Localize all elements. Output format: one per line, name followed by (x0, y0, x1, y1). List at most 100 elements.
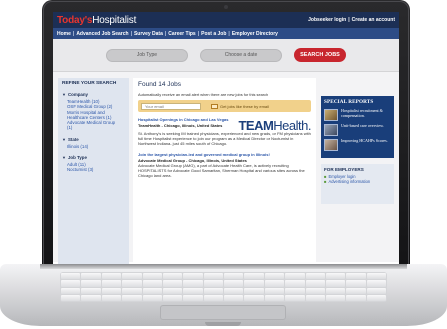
job-listing: Join the largest physician-led and gover… (138, 152, 311, 179)
email-alert-box: Your email Get jobs like these by email (138, 100, 311, 112)
caret-down-icon: ▼ (62, 155, 66, 161)
keyboard-key (142, 294, 162, 301)
keyboard-key (183, 280, 203, 287)
keyboard-key (61, 280, 81, 287)
laptop-lid: Today'sHospitalist Jobseeker login | Cre… (42, 0, 410, 268)
keyboard-key (346, 294, 366, 301)
keyboard-key (224, 287, 244, 294)
site-logo[interactable]: Today'sHospitalist (57, 15, 136, 26)
keyboard-key (325, 280, 346, 287)
keyboard-key (203, 287, 223, 294)
keyboard-key (244, 280, 264, 287)
report-title: Hospitalist recruitment & compensation. (341, 108, 383, 118)
report-thumbnail (324, 139, 338, 151)
account-links: Jobseeker login | Create an account (308, 17, 395, 23)
keyboard-key (162, 273, 183, 280)
nav-separator: | (130, 30, 132, 37)
keyboard-key (244, 287, 264, 294)
create-account-link[interactable]: Create an account (352, 17, 395, 23)
nav-item-employer-directory[interactable]: Employer Directory (232, 31, 278, 37)
refine-sidebar: REFINE YOUR SEARCH ▼ Company TeamHealth … (58, 78, 129, 264)
facet-header-job-type[interactable]: ▼ Job Type (62, 155, 125, 160)
site-header: Today'sHospitalist Jobseeker login | Cre… (53, 12, 399, 28)
keyboard-key (203, 280, 223, 287)
keyboard-key (101, 287, 122, 294)
keyboard (60, 272, 387, 302)
trackpad (160, 305, 286, 320)
facet-label: Job Type (67, 155, 87, 161)
keyboard-key (325, 294, 346, 301)
job-employer: Advocate Medical Group - Chicago, Illino… (138, 157, 247, 163)
job-employer: TeamHealth - Chicago, Illinois, United S… (138, 123, 223, 128)
keyboard-key (203, 294, 223, 301)
nav-item-survey-data[interactable]: Survey Data (134, 31, 163, 37)
keyboard-key (264, 280, 285, 287)
facet-label: State (67, 136, 79, 142)
employers-title: FOR EMPLOYERS (324, 167, 364, 172)
nav-item-home[interactable]: Home (57, 31, 71, 37)
advertising-info-link[interactable]: ■ Advertising information (324, 179, 391, 184)
logo-today: Today's (57, 14, 93, 26)
alert-email-input[interactable]: Your email (141, 102, 201, 110)
keyboard-key (305, 287, 325, 294)
email-alert-button[interactable]: Get jobs like these by email (211, 103, 269, 109)
refine-title: REFINE YOUR SEARCH (62, 81, 117, 86)
facet-item-advocate-cont[interactable]: (1) (62, 125, 125, 130)
keyboard-key (346, 287, 366, 294)
keyboard-key (101, 280, 122, 287)
keyboard-key (81, 280, 101, 287)
keyboard-key (122, 294, 142, 301)
date-select[interactable]: Choose a date (200, 48, 282, 62)
jobseeker-login-link[interactable]: Jobseeker login (308, 17, 346, 23)
logo-hospitalist: Hospitalist (92, 14, 137, 26)
keyboard-key (122, 280, 142, 287)
search-jobs-button[interactable]: SEARCH JOBS (294, 48, 346, 62)
job-listing: Hospitalist Openings in Chicago and Las … (138, 117, 311, 147)
report-item[interactable]: Unit-based care overview. (324, 123, 391, 136)
keyboard-key (183, 287, 203, 294)
envelope-icon (211, 103, 218, 109)
keyboard-key (244, 273, 264, 280)
facet-item-illinois[interactable]: Illinois (14) (62, 144, 125, 149)
keyboard-key (325, 273, 346, 280)
facet-job-type: ▼ Job Type Adult (11) Nocturnist (3) (62, 155, 125, 173)
special-reports: SPECIAL REPORTS Hospitalist recruitment … (321, 96, 394, 158)
nav-item-advanced-job-search[interactable]: Advanced Job Search (76, 31, 128, 37)
job-text: TeamHealth - Chicago, Illinois, United S… (138, 123, 222, 129)
keyboard-key (162, 294, 183, 301)
keyboard-key (101, 273, 122, 280)
job-type-select[interactable]: Job Type (106, 48, 188, 62)
keyboard-key (325, 287, 346, 294)
hinge (40, 264, 407, 269)
job-description: St. Anthony's is seeking IM trained phys… (138, 131, 311, 146)
keyboard-key (264, 287, 285, 294)
report-item[interactable]: Improving HCAHPs Scores. (324, 138, 391, 151)
caret-down-icon: ▼ (62, 136, 66, 142)
keyboard-key (61, 273, 81, 280)
facet-header-state[interactable]: ▼ State (62, 137, 125, 142)
camera-icon (224, 5, 228, 9)
keyboard-key (366, 273, 386, 280)
facet-company: ▼ Company TeamHealth (10) OSF Medical Gr… (62, 92, 125, 131)
nav-separator: | (228, 30, 230, 37)
alert-button-label: Get jobs like these by email (220, 103, 269, 109)
nav-item-career-tips[interactable]: Career Tips (168, 31, 195, 37)
keyboard-key (366, 287, 386, 294)
keyboard-key (224, 273, 244, 280)
results-count: Found 14 Jobs (138, 81, 182, 88)
facet-header-company[interactable]: ▼ Company (62, 92, 125, 97)
keyboard-key (122, 273, 142, 280)
facet-item-nocturnist[interactable]: Nocturnist (3) (62, 167, 125, 172)
keyboard-key (183, 294, 203, 301)
keyboard-key (285, 273, 305, 280)
report-thumbnail (324, 109, 338, 121)
facet-state: ▼ State Illinois (14) (62, 137, 125, 149)
report-item[interactable]: Hospitalist recruitment & compensation. (324, 108, 391, 121)
nav-separator: | (197, 30, 200, 37)
main-nav: Home | Advanced Job Search | Survey Data… (53, 28, 399, 39)
job-title-link[interactable]: Join the largest physician-led and gover… (138, 152, 311, 157)
keyboard-key (305, 294, 325, 301)
caret-down-icon: ▼ (62, 92, 66, 97)
nav-item-post-a-job[interactable]: Post a Job (201, 31, 226, 37)
keyboard-key (203, 273, 223, 280)
